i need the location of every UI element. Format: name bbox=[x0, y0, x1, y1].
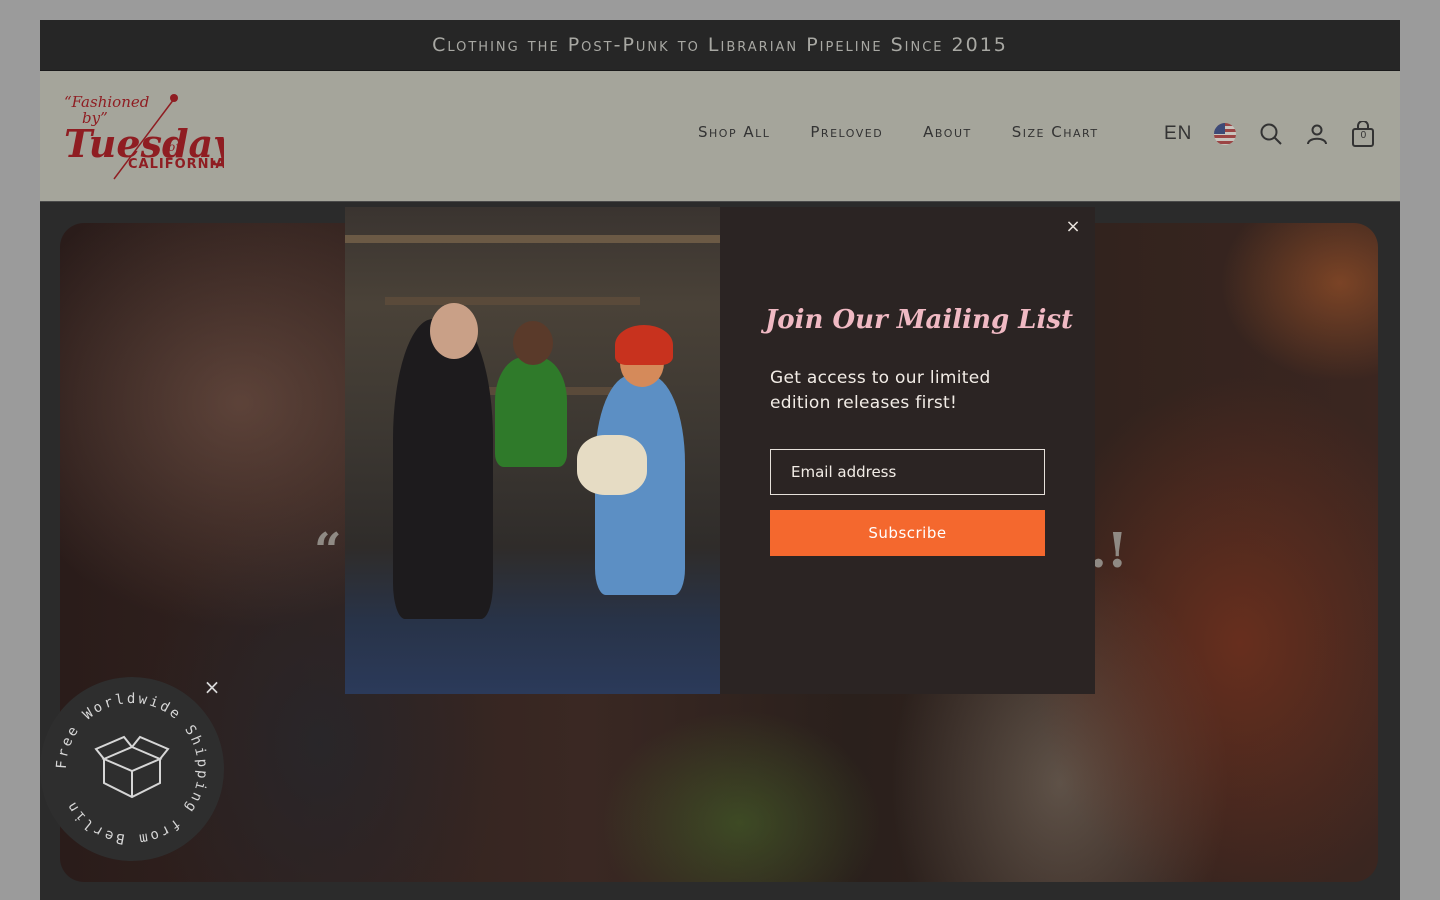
box-icon bbox=[94, 735, 170, 799]
shipping-badge-text: Free Worldwide Shipping from Berlin bbox=[54, 691, 208, 847]
shipping-badge: Free Worldwide Shipping from Berlin bbox=[40, 677, 224, 861]
shipping-badge-close-icon[interactable]: × bbox=[201, 676, 223, 698]
email-field[interactable] bbox=[770, 449, 1045, 495]
subscribe-button[interactable]: Subscribe bbox=[770, 510, 1045, 556]
svg-text:Free Worldwide Shipping from B: Free Worldwide Shipping from Berlin bbox=[54, 691, 210, 847]
popup-body: × Join Our Mailing List Get access to ou… bbox=[720, 207, 1095, 694]
popup-close-icon[interactable]: × bbox=[1062, 216, 1084, 238]
popup-photo bbox=[345, 207, 720, 694]
shipping-badge-graphic: Free Worldwide Shipping from Berlin bbox=[54, 691, 210, 847]
popup-title: Join Our Mailing List bbox=[765, 305, 1073, 335]
popup-description: Get access to our limited edition releas… bbox=[770, 368, 991, 413]
newsletter-popup: × Join Our Mailing List Get access to ou… bbox=[345, 207, 1095, 694]
